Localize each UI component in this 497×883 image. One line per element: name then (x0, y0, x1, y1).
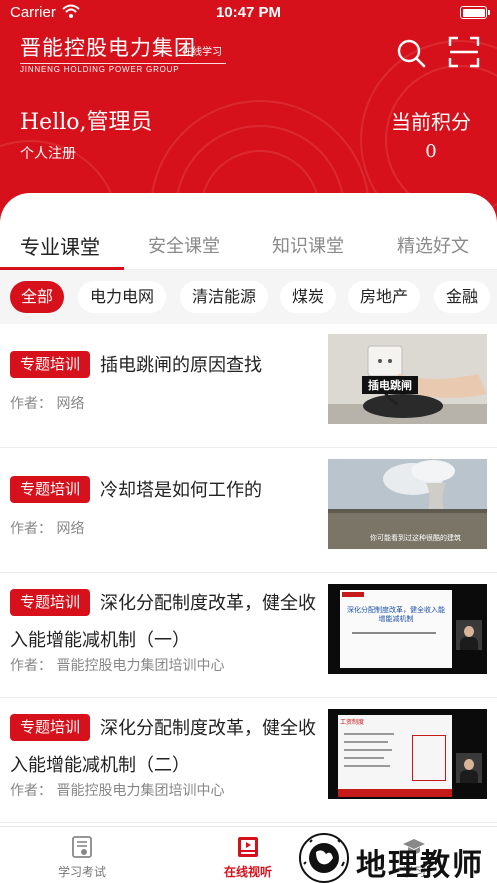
logo-divider (20, 63, 226, 64)
course-item[interactable]: 专题培训 插电跳闸的原因查找 作者： 网络 插电跳闸 (0, 324, 497, 448)
slide-line (344, 741, 388, 743)
presenter-video (456, 753, 482, 783)
status-bar: Carrier 10:47 PM (0, 0, 497, 26)
chip-power-grid[interactable]: 电力电网 (78, 281, 166, 313)
course-title-block: 专题培训 冷却塔是如何工作的 (10, 472, 322, 509)
tab-safety[interactable]: 安全课堂 (148, 232, 220, 258)
course-title-block: 专题培训 深化分配制度改革，健全收入能增能减机制（一） (10, 585, 322, 659)
battery-icon (460, 6, 490, 19)
course-title: 插电跳闸的原因查找 (100, 355, 263, 376)
chip-all[interactable]: 全部 (10, 281, 64, 313)
seal-icon (299, 833, 349, 883)
course-thumbnail[interactable]: 插电跳闸 (328, 334, 487, 424)
course-title-block: 专题培训 插电跳闸的原因查找 (10, 347, 322, 384)
slide-logo (342, 592, 364, 597)
course-author: 作者： 网络 (10, 521, 85, 537)
logo-subtitle: JINNENG HOLDING POWER GROUP (20, 65, 180, 74)
category-tabs: 专业课堂 安全课堂 知识课堂 精选好文 (0, 222, 497, 270)
course-thumbnail[interactable]: 深化分配制度改革，健全收入能增能减机制 (328, 584, 487, 674)
slide-line (344, 749, 392, 751)
tabbar-label: 在线视听 (223, 865, 272, 879)
points-value: 0 (425, 141, 437, 162)
chip-finance[interactable]: 金融 (434, 281, 490, 313)
course-badge: 专题培训 (10, 351, 91, 378)
tabbar-exam[interactable]: 学习考试 (42, 835, 122, 880)
course-thumbnail[interactable]: 工资制度 (328, 709, 487, 799)
video-icon (238, 837, 258, 857)
brand-logo: 晋能控股电力集团 在线学习 JINNENG HOLDING POWER GROU… (20, 32, 226, 74)
watermark: 地理教师 (292, 826, 497, 883)
search-icon[interactable] (396, 38, 426, 68)
tab-featured-articles[interactable]: 精选好文 (397, 232, 469, 258)
chip-real-estate[interactable]: 房地产 (348, 281, 420, 313)
slide-line (344, 757, 384, 759)
app-screen: Carrier 10:47 PM 晋能控股电力集团 在线学习 JINNENG H… (0, 0, 497, 883)
chip-coal[interactable]: 煤炭 (280, 281, 336, 313)
logo-tag: 在线学习 (182, 47, 222, 58)
course-author: 作者： 晋能控股电力集团培训中心 (10, 783, 225, 799)
course-badge: 专题培训 (10, 714, 91, 741)
thumbnail-caption: 插电跳闸 (362, 376, 418, 394)
course-title: 冷却塔是如何工作的 (100, 480, 263, 501)
course-item[interactable]: 专题培训 深化分配制度改革，健全收入能增能减机制（二） 作者： 晋能控股电力集团培… (0, 699, 497, 823)
course-author: 作者： 网络 (10, 396, 85, 412)
greeting: Hello,管理员 (20, 110, 153, 135)
slide-footer (338, 789, 452, 797)
course-thumbnail[interactable]: 你可能看到过这种很酷的建筑 (328, 459, 487, 549)
scan-icon[interactable] (448, 36, 480, 68)
tabbar-label: 学习考试 (57, 865, 106, 879)
slide-line (344, 733, 394, 735)
tab-knowledge[interactable]: 知识课堂 (272, 232, 344, 258)
slide-panel (340, 590, 452, 668)
thumbnail-caption: 工资制度 (340, 719, 365, 726)
course-item[interactable]: 专题培训 深化分配制度改革，健全收入能增能减机制（一） 作者： 晋能控股电力集团培… (0, 574, 497, 698)
course-item[interactable]: 专题培训 冷却塔是如何工作的 作者： 网络 你可能看到过这种很酷的建筑 (0, 449, 497, 573)
slide-box (412, 735, 446, 781)
thumbnail-caption: 你可能看到过这种很酷的建筑 (370, 534, 461, 542)
slide-line (344, 765, 390, 767)
course-badge: 专题培训 (10, 589, 91, 616)
chip-clean-energy[interactable]: 清洁能源 (180, 281, 268, 313)
presenter-video (456, 620, 482, 650)
thumbnail-caption: 深化分配制度改革，健全收入能增能减机制 (347, 606, 445, 623)
course-author: 作者： 晋能控股电力集团培训中心 (10, 658, 225, 674)
tab-professional[interactable]: 专业课堂 (20, 231, 100, 260)
tabbar-video[interactable]: 在线视听 (208, 835, 288, 880)
register-link[interactable]: 个人注册 (20, 143, 76, 163)
points-label: 当前积分 (391, 110, 471, 134)
slide-line (352, 632, 436, 634)
exam-icon (72, 836, 92, 858)
watermark-text: 地理教师 (356, 848, 484, 883)
clock: 10:47 PM (215, 4, 282, 21)
filter-chips: 全部 电力电网 清洁能源 煤炭 房地产 金融 (0, 270, 497, 324)
course-title-block: 专题培训 深化分配制度改革，健全收入能增能减机制（二） (10, 710, 322, 784)
course-badge: 专题培训 (10, 476, 91, 503)
